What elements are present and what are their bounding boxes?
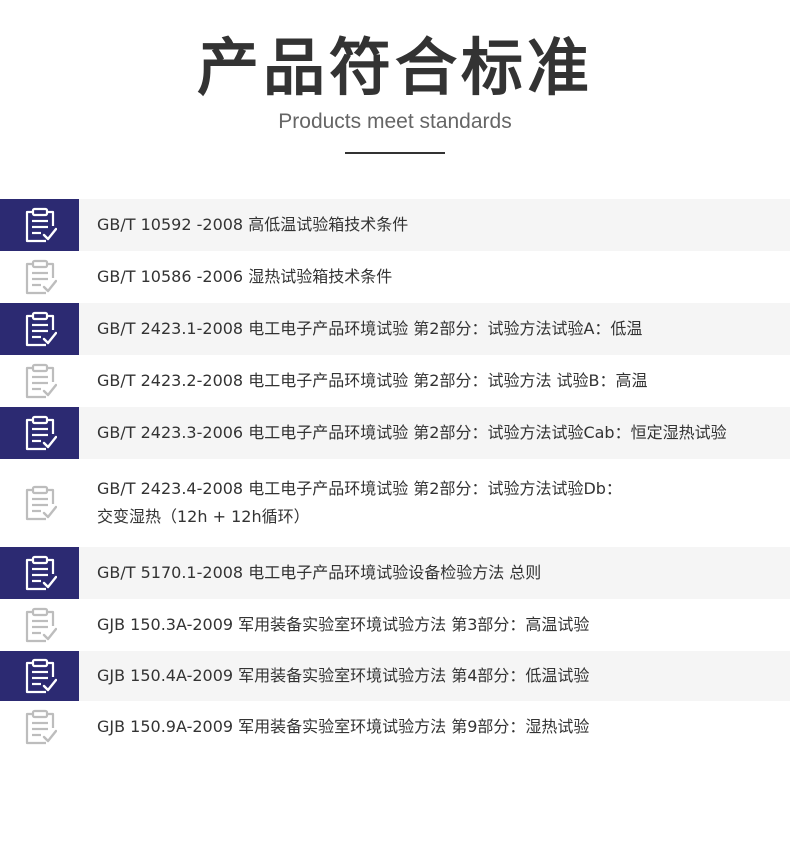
- clipboard-check-icon: [0, 355, 79, 407]
- standard-text-line: GB/T 2423.4-2008 电工电子产品环境试验 第2部分：试验方法试验D…: [97, 479, 622, 498]
- standard-row: GB/T 5170.1-2008 电工电子产品环境试验设备检验方法 总则: [0, 547, 790, 599]
- standard-row: GJB 150.4A-2009 军用装备实验室环境试验方法 第4部分：低温试验: [0, 651, 790, 701]
- standard-text: GB/T 2423.4-2008 电工电子产品环境试验 第2部分：试验方法试验D…: [97, 459, 780, 547]
- standard-text-line: GB/T 2423.2-2008 电工电子产品环境试验 第2部分：试验方法 试验…: [97, 371, 648, 390]
- standard-text: GB/T 2423.3-2006 电工电子产品环境试验 第2部分：试验方法试验C…: [97, 407, 780, 459]
- standard-text: GB/T 2423.2-2008 电工电子产品环境试验 第2部分：试验方法 试验…: [97, 355, 780, 407]
- clipboard-check-icon: [0, 303, 79, 355]
- clipboard-check-icon: [0, 651, 79, 701]
- standard-text: GB/T 2423.1-2008 电工电子产品环境试验 第2部分：试验方法试验A…: [97, 303, 780, 355]
- standard-text: GB/T 10586 -2006 湿热试验箱技术条件: [97, 251, 780, 303]
- standard-text: GB/T 5170.1-2008 电工电子产品环境试验设备检验方法 总则: [97, 547, 780, 599]
- standard-text-line: GB/T 2423.3-2006 电工电子产品环境试验 第2部分：试验方法试验C…: [97, 423, 727, 442]
- page-title: 产品符合标准: [196, 31, 593, 104]
- standard-text-line: GB/T 10586 -2006 湿热试验箱技术条件: [97, 267, 393, 286]
- standard-row: GB/T 10586 -2006 湿热试验箱技术条件: [0, 251, 790, 303]
- standard-text: GJB 150.3A-2009 军用装备实验室环境试验方法 第3部分：高温试验: [97, 599, 780, 651]
- standard-row: GB/T 2423.4-2008 电工电子产品环境试验 第2部分：试验方法试验D…: [0, 459, 790, 547]
- standard-row: GB/T 2423.3-2006 电工电子产品环境试验 第2部分：试验方法试验C…: [0, 407, 790, 459]
- standard-row: GB/T 10592 -2008 高低温试验箱技术条件: [0, 199, 790, 251]
- standard-text-line: GB/T 2423.1-2008 电工电子产品环境试验 第2部分：试验方法试验A…: [97, 319, 643, 338]
- standard-text-line: GJB 150.3A-2009 军用装备实验室环境试验方法 第3部分：高温试验: [97, 615, 590, 634]
- standard-row: GJB 150.9A-2009 军用装备实验室环境试验方法 第9部分：湿热试验: [0, 701, 790, 753]
- standard-text-line: GJB 150.4A-2009 军用装备实验室环境试验方法 第4部分：低温试验: [97, 666, 590, 685]
- standard-text-line: GB/T 5170.1-2008 电工电子产品环境试验设备检验方法 总则: [97, 563, 542, 582]
- clipboard-check-icon: [0, 199, 79, 251]
- standards-list: GB/T 10592 -2008 高低温试验箱技术条件 GB/T 10586 -2…: [0, 199, 790, 753]
- standard-row: GJB 150.3A-2009 军用装备实验室环境试验方法 第3部分：高温试验: [0, 599, 790, 651]
- standard-text-line: GB/T 10592 -2008 高低温试验箱技术条件: [97, 215, 409, 234]
- title-divider: [345, 152, 445, 154]
- standard-text: GJB 150.9A-2009 军用装备实验室环境试验方法 第9部分：湿热试验: [97, 701, 780, 753]
- header: 产品符合标准 Products meet standards: [0, 0, 790, 170]
- standard-text-line: 交变湿热（12h + 12h循环）: [97, 507, 310, 526]
- clipboard-check-icon: [0, 599, 79, 651]
- clipboard-check-icon: [0, 407, 79, 459]
- standard-row: GB/T 2423.2-2008 电工电子产品环境试验 第2部分：试验方法 试验…: [0, 355, 790, 407]
- standard-row: GB/T 2423.1-2008 电工电子产品环境试验 第2部分：试验方法试验A…: [0, 303, 790, 355]
- clipboard-check-icon: [0, 459, 79, 547]
- clipboard-check-icon: [0, 547, 79, 599]
- standard-text-line: GJB 150.9A-2009 军用装备实验室环境试验方法 第9部分：湿热试验: [97, 717, 590, 736]
- standard-text: GJB 150.4A-2009 军用装备实验室环境试验方法 第4部分：低温试验: [97, 651, 780, 701]
- clipboard-check-icon: [0, 251, 79, 303]
- standard-text: GB/T 10592 -2008 高低温试验箱技术条件: [97, 199, 780, 251]
- clipboard-check-icon: [0, 701, 79, 753]
- page-subtitle: Products meet standards: [278, 110, 512, 133]
